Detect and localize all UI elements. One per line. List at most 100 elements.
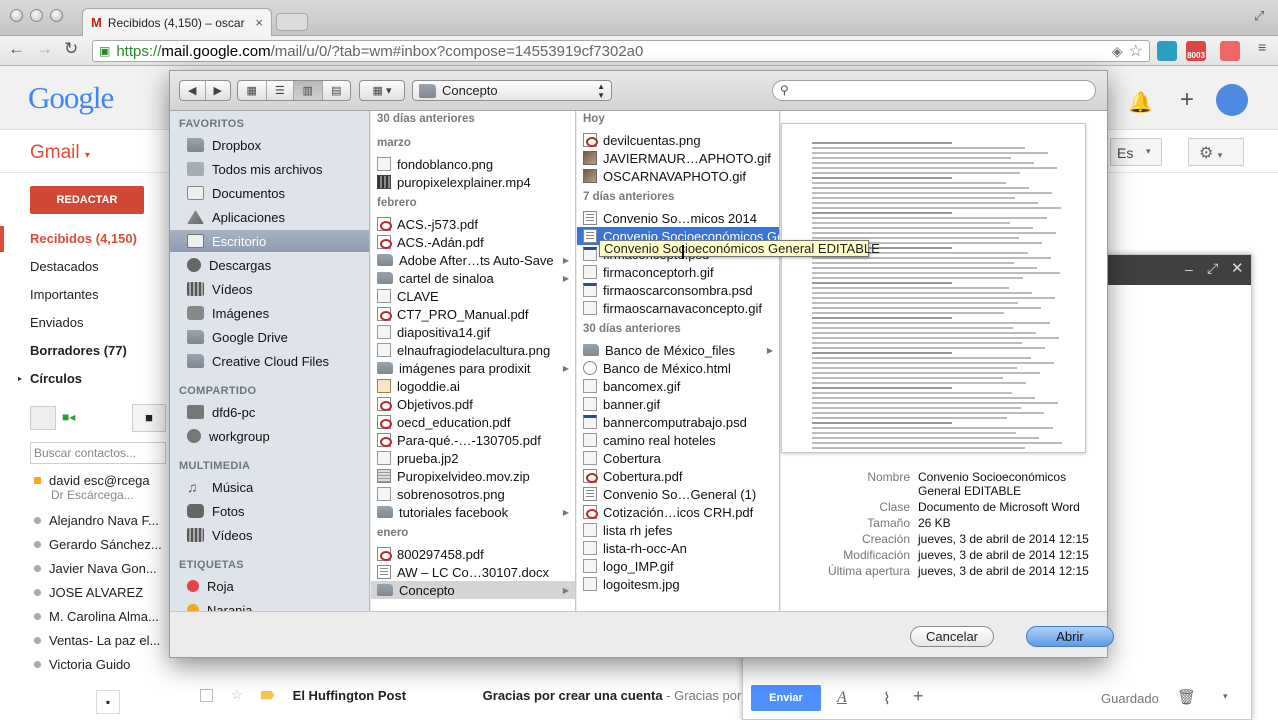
new-tab-button[interactable]	[276, 13, 308, 31]
list-item[interactable]: OSCARNAVAPHOTO.gif	[577, 167, 779, 185]
list-item[interactable]: sobrenosotros.png	[371, 485, 575, 503]
path-popup[interactable]: Concepto ▲ ▼	[412, 80, 612, 101]
list-item[interactable]: JAVIERMAUR…APHOTO.gif	[577, 149, 779, 167]
account-avatar[interactable]	[1216, 84, 1248, 116]
contact-item[interactable]: M. Carolina Alma...	[34, 609, 159, 624]
close-icon[interactable]: ✕	[1231, 259, 1244, 277]
list-item[interactable]: logo_IMP.gif	[577, 557, 779, 575]
close-window-icon[interactable]	[10, 9, 23, 22]
sidebar-item-applications[interactable]: Aplicaciones	[170, 206, 369, 228]
sidebar-item-desktop[interactable]: Escritorio	[170, 230, 369, 252]
list-item[interactable]: devilcuentas.png	[577, 131, 779, 149]
reload-icon[interactable]: ↻	[64, 39, 78, 59]
sidebar-item-downloads[interactable]: Descargas	[170, 254, 369, 276]
settings-button[interactable]: ⚙ ▾	[1188, 138, 1244, 166]
list-item[interactable]: lista rh jefes	[577, 521, 779, 539]
google-logo[interactable]: Google	[28, 80, 114, 116]
list-item[interactable]: firmaoscarnavaconcepto.gif	[577, 299, 779, 317]
attach-icon[interactable]: ⌇	[883, 689, 891, 709]
back-arrow-icon[interactable]: ◀	[180, 81, 206, 100]
address-bar[interactable]: ▣ https://mail.google.com/mail/u/0/?tab=…	[92, 40, 1150, 62]
list-item[interactable]: logoddie.ai	[371, 377, 575, 395]
sidebar-item-tag-red[interactable]: Roja	[170, 575, 369, 597]
search-input[interactable]: ⚲	[772, 80, 1096, 101]
video-status-icon[interactable]: ■◂	[62, 410, 75, 424]
browser-tab[interactable]: M Recibidos (4,150) – oscar ×	[82, 8, 272, 36]
list-item[interactable]: banner.gif	[577, 395, 779, 413]
list-item[interactable]: Adobe After…ts Auto-Save ▶	[371, 251, 575, 269]
coverflow-view-icon[interactable]: ▤	[323, 81, 351, 100]
gmail-app-menu[interactable]: Gmail ▾	[30, 142, 90, 164]
list-item[interactable]: oecd_education.pdf	[371, 413, 575, 431]
list-item[interactable]: prueba.jp2	[371, 449, 575, 467]
expand-circles-icon[interactable]: ▸	[18, 374, 22, 383]
open-button[interactable]: Abrir	[1026, 626, 1114, 647]
contact-item[interactable]: david esc@rcega	[34, 473, 150, 488]
column-view-icon[interactable]: ▥	[294, 81, 323, 100]
more-options-icon[interactable]: ▾	[1223, 691, 1228, 702]
search-contacts-input[interactable]: Buscar contactos...	[30, 442, 166, 464]
language-dropdown-icon[interactable]: ▾	[1146, 146, 1151, 157]
contact-item[interactable]: Gerardo Sánchez...	[34, 537, 162, 552]
list-item[interactable]: Banco de México_files ▶	[577, 341, 779, 359]
nav-inbox[interactable]: Recibidos (4,150)	[30, 231, 137, 246]
contact-item[interactable]: Javier Nava Gon...	[34, 561, 157, 576]
extension-icon[interactable]	[1157, 41, 1177, 61]
sidebar-item-all-files[interactable]: Todos mis archivos	[170, 158, 369, 180]
list-item[interactable]: Objetivos.pdf	[371, 395, 575, 413]
list-item[interactable]: firmaconceptorh.gif	[577, 263, 779, 281]
gmail-checker-icon[interactable]: 8003	[1186, 41, 1206, 61]
list-item[interactable]: Cotización…icos CRH.pdf	[577, 503, 779, 521]
cancel-button[interactable]: Cancelar	[910, 626, 994, 647]
list-item[interactable]: diapositiva14.gif	[371, 323, 575, 341]
page-action-icon[interactable]: ◈	[1112, 43, 1123, 60]
formatting-icon[interactable]: A	[837, 689, 847, 707]
list-item[interactable]: puropixelexplainer.mp4	[371, 173, 575, 191]
list-item[interactable]: Concepto ▶	[371, 581, 575, 599]
popout-icon[interactable]: ⤢	[1207, 260, 1218, 277]
sidebar-item-photos[interactable]: Fotos	[170, 500, 369, 522]
sidebar-item-workgroup[interactable]: workgroup	[170, 425, 369, 447]
compose-button[interactable]: REDACTAR	[30, 186, 144, 214]
trash-icon[interactable]: 🗑	[1177, 688, 1196, 706]
icon-view-icon[interactable]: ▦	[238, 81, 267, 100]
minimize-icon[interactable]: –	[1185, 261, 1193, 277]
list-item[interactable]: 800297458.pdf	[371, 545, 575, 563]
important-marker-icon[interactable]	[260, 690, 275, 700]
contact-item[interactable]: Ventas- La paz el...	[34, 633, 160, 648]
sidebar-item-tag-orange[interactable]: Naranja	[170, 599, 369, 611]
contact-item[interactable]: JOSE ALVAREZ	[34, 585, 143, 600]
forward-icon[interactable]: →	[36, 39, 53, 59]
list-item[interactable]: bannercomputrabajo.psd	[577, 413, 779, 431]
nav-drafts[interactable]: Borradores (77)	[30, 343, 127, 358]
insert-more-icon[interactable]: +	[913, 686, 924, 707]
notifications-icon[interactable]: 🔔	[1128, 90, 1153, 115]
language-button[interactable]: Es	[1110, 138, 1162, 166]
hangouts-video-icon[interactable]: ■	[132, 404, 166, 432]
list-item[interactable]: Para-qué.-…-130705.pdf	[371, 431, 575, 449]
bookmark-star-icon[interactable]: ☆	[1129, 41, 1143, 61]
list-item[interactable]: Cobertura	[577, 449, 779, 467]
chat-icon[interactable]: ▪	[96, 690, 120, 714]
list-item[interactable]: elnaufragiodelacultura.png	[371, 341, 575, 359]
list-item[interactable]: fondoblanco.png	[371, 155, 575, 173]
select-checkbox[interactable]	[200, 688, 213, 702]
list-item[interactable]: Cobertura.pdf	[577, 467, 779, 485]
menu-icon[interactable]: ≡	[1258, 39, 1266, 55]
table-row[interactable]: ☆ El Huffington Post Gracias por crear u…	[200, 680, 760, 710]
sidebar-item-media-videos[interactable]: Vídeos	[170, 524, 369, 546]
sidebar-item-documents[interactable]: Documentos	[170, 182, 369, 204]
minimize-window-icon[interactable]	[30, 9, 43, 22]
list-item[interactable]: CT7_PRO_Manual.pdf	[371, 305, 575, 323]
list-item[interactable]: CLAVE	[371, 287, 575, 305]
list-item[interactable]: Convenio So…General (1)	[577, 485, 779, 503]
sidebar-item-dfd6-pc[interactable]: dfd6-pc	[170, 401, 369, 423]
fullscreen-icon[interactable]: ⤢	[1254, 8, 1264, 24]
star-icon[interactable]: ☆	[231, 687, 243, 703]
list-item[interactable]: cartel de sinaloa ▶	[371, 269, 575, 287]
sidebar-item-google-drive[interactable]: Google Drive	[170, 326, 369, 348]
hangouts-avatar[interactable]	[30, 406, 56, 430]
list-item[interactable]: logoitesm.jpg	[577, 575, 779, 593]
list-item[interactable]: AW – LC Co…30107.docx	[371, 563, 575, 581]
send-button[interactable]: Enviar	[751, 685, 821, 711]
